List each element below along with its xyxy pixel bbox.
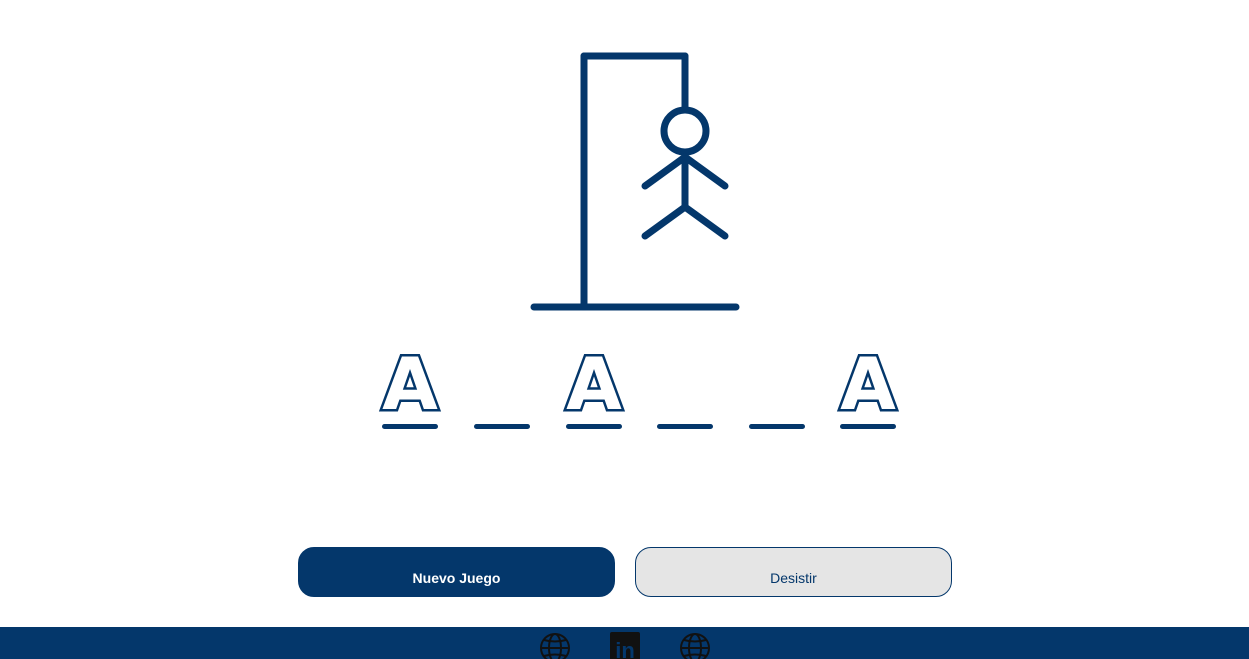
linkedin-icon[interactable]: in — [609, 632, 641, 659]
letter-slot: A — [564, 340, 625, 432]
letter-slot: A — [380, 340, 441, 432]
letter-underline — [474, 424, 530, 429]
linkedin-label: in — [615, 638, 635, 659]
hangman-right-leg — [681, 203, 729, 240]
hangman-right-arm — [681, 153, 729, 190]
letter-underline — [657, 424, 713, 429]
letter-underline — [382, 424, 438, 429]
letter-slot — [748, 340, 806, 432]
revealed-letter: A — [838, 342, 899, 426]
hangman-head — [660, 106, 710, 156]
hangman-drawing — [530, 52, 740, 311]
hangman-left-leg — [641, 203, 689, 240]
footer: in — [0, 627, 1249, 659]
letter-slot — [656, 340, 714, 432]
globe-icon[interactable] — [679, 632, 711, 659]
globe-icon[interactable] — [539, 632, 571, 659]
revealed-letter: A — [564, 342, 625, 426]
game-screen: A A A Nuevo Juego Desistir in — [0, 0, 1249, 659]
give-up-button[interactable]: Desistir — [635, 547, 952, 597]
letter-underline — [749, 424, 805, 429]
hangman-left-arm — [641, 153, 689, 190]
revealed-letter: A — [380, 342, 441, 426]
new-game-button[interactable]: Nuevo Juego — [298, 547, 615, 597]
letter-slot: A — [838, 340, 899, 432]
letter-slot — [473, 340, 531, 432]
letter-underline — [566, 424, 622, 429]
letter-underline — [840, 424, 896, 429]
